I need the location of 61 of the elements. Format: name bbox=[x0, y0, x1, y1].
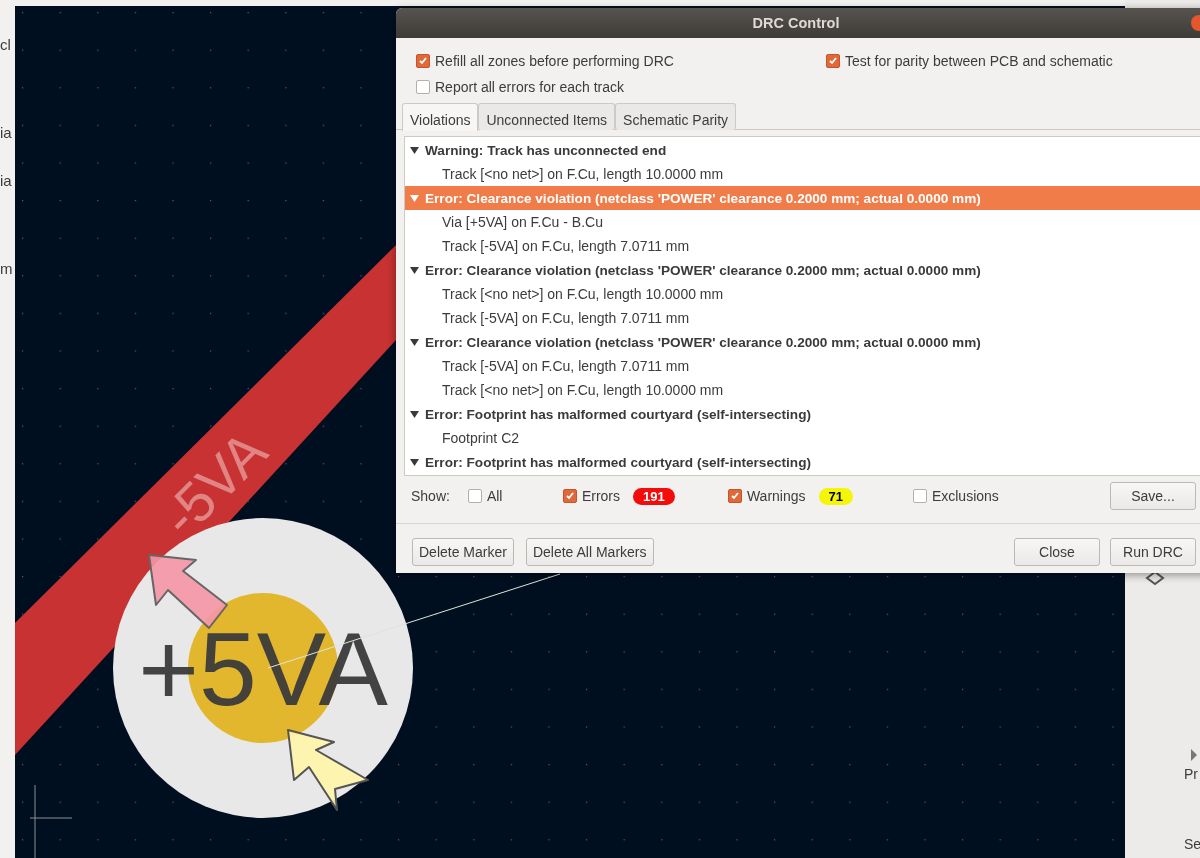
panel-label: ia bbox=[0, 124, 12, 141]
expander-icon[interactable] bbox=[410, 265, 419, 275]
checkbox-label[interactable]: Test for parity between PCB and schematic bbox=[845, 53, 1113, 69]
checkbox[interactable] bbox=[912, 489, 927, 503]
filter-label[interactable]: Warnings bbox=[746, 488, 806, 504]
violation-text: Error: Clearance violation (netclass 'POWER' clearance 0.2000 mm; actual 0.0000 mm) bbox=[425, 262, 981, 278]
checkbox[interactable] bbox=[416, 54, 430, 68]
dialog-button[interactable]: Delete All Markers bbox=[525, 538, 654, 566]
tab[interactable]: Violations bbox=[402, 103, 479, 131]
violation-text: Error: Clearance violation (netclass 'POWER' clearance 0.2000 mm; actual 0.0000 mm) bbox=[425, 334, 981, 350]
tab[interactable]: Schematic Parity bbox=[615, 103, 737, 130]
dialog-button[interactable]: Close bbox=[1014, 538, 1100, 566]
error-marker-icon[interactable] bbox=[148, 554, 228, 629]
dialog-button[interactable]: Run DRC bbox=[1110, 538, 1196, 566]
dialog-button[interactable]: Delete Marker bbox=[412, 538, 514, 566]
filter-label[interactable]: All bbox=[486, 488, 503, 504]
violation-text: Error: Clearance violation (netclass 'POWER' clearance 0.2000 mm; actual 0.0000 mm) bbox=[425, 190, 981, 206]
expander-icon[interactable] bbox=[410, 145, 419, 155]
checkbox-label[interactable]: Refill all zones before performing DRC bbox=[435, 53, 674, 69]
violation-row[interactable]: Error: Clearance violation (netclass 'POWER' clearance 0.2000 mm; actual 0.0000 mm) bbox=[405, 258, 1200, 282]
panel-label: cl bbox=[0, 36, 11, 53]
filter-label[interactable]: Exclusions bbox=[931, 488, 999, 504]
checkbox[interactable] bbox=[467, 489, 482, 503]
tool-icon[interactable] bbox=[1145, 570, 1165, 586]
violation-row[interactable]: Error: Clearance violation (netclass 'POWER' clearance 0.2000 mm; actual 0.0000 mm) bbox=[405, 330, 1200, 354]
checkbox[interactable] bbox=[727, 489, 742, 503]
violation-row[interactable]: Error: Footprint has malformed courtyard (self-intersecting) bbox=[405, 402, 1200, 426]
violation-row[interactable]: Warning: Track has unconnected end bbox=[405, 138, 1200, 162]
show-label: Show: bbox=[411, 488, 450, 504]
warning-marker-icon[interactable] bbox=[287, 729, 369, 811]
expander-icon[interactable] bbox=[410, 457, 419, 467]
checkbox[interactable] bbox=[416, 80, 430, 94]
violation-text: Error: Footprint has malformed courtyard (self-intersecting) bbox=[425, 406, 811, 422]
violation-item[interactable]: Track [<no net>] on F.Cu, length 10.0000 mm bbox=[405, 162, 1200, 186]
violation-row[interactable]: Error: Footprint has malformed courtyard (self-intersecting) bbox=[405, 450, 1200, 474]
violation-item[interactable]: Footprint C2 bbox=[405, 426, 1200, 450]
window-title: DRC Control bbox=[752, 15, 840, 31]
filter-label[interactable]: Errors bbox=[581, 488, 621, 504]
checkbox[interactable] bbox=[562, 489, 577, 503]
violation-item[interactable]: Track [<no net>] on F.Cu, length 10.0000 mm bbox=[405, 378, 1200, 402]
tab[interactable]: Unconnected Items bbox=[478, 103, 616, 130]
violation-item[interactable]: Track [-5VA] on F.Cu, length 7.0711 mm bbox=[405, 354, 1200, 378]
save-button[interactable]: Save... bbox=[1110, 482, 1196, 510]
count-badge: 71 bbox=[818, 487, 853, 505]
violation-text: Error: Footprint has malformed courtyard (self-intersecting) bbox=[425, 454, 811, 470]
expand-arrow-icon[interactable] bbox=[1191, 749, 1197, 761]
violation-item[interactable]: Track [<no net>] on F.Cu, length 10.0000 mm bbox=[405, 282, 1200, 306]
checkbox[interactable] bbox=[826, 54, 840, 68]
violation-text: Warning: Track has unconnected end bbox=[425, 142, 667, 158]
panel-label: Pr bbox=[1184, 766, 1198, 782]
panel-label: ia bbox=[0, 172, 12, 189]
expander-icon[interactable] bbox=[410, 337, 419, 347]
expander-icon[interactable] bbox=[410, 409, 419, 419]
track-net-label: -5VA bbox=[148, 418, 279, 549]
checkbox-label[interactable]: Report all errors for each track bbox=[435, 79, 625, 95]
violation-item[interactable]: Track [-5VA] on F.Cu, length 7.0711 mm bbox=[405, 306, 1200, 330]
violation-item[interactable]: Via [+5VA] on F.Cu - B.Cu bbox=[405, 210, 1200, 234]
panel-label: m bbox=[0, 260, 13, 277]
violation-item[interactable]: Track [-5VA] on F.Cu, length 7.0711 mm bbox=[405, 234, 1200, 258]
panel-label: Se bbox=[1184, 836, 1200, 852]
count-badge: 191 bbox=[633, 487, 675, 505]
